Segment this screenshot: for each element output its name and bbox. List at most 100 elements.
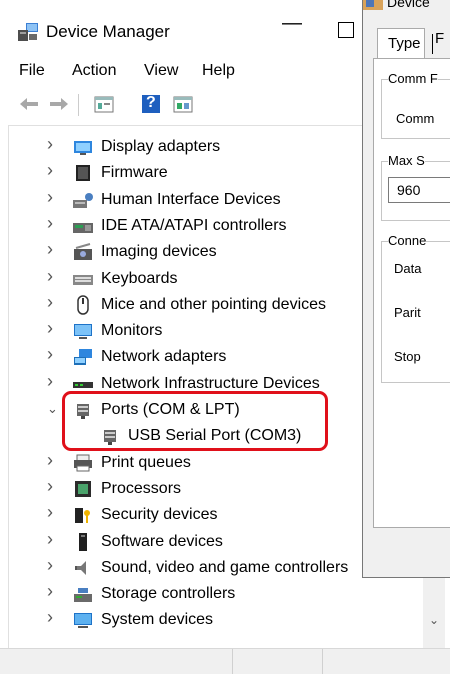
- dialog-title: Device: [387, 0, 430, 10]
- forward-arrow-icon[interactable]: [48, 94, 70, 114]
- tree-item-label: Mice and other pointing devices: [101, 295, 327, 313]
- stop-bits-label: Stop: [394, 349, 421, 364]
- software-device-icon: [79, 532, 87, 551]
- ide-controller-icon: [73, 222, 93, 233]
- scroll-down-arrow-icon[interactable]: ⌄: [429, 613, 439, 627]
- tree-item-label: Print queues: [101, 453, 191, 471]
- back-arrow-icon[interactable]: [18, 94, 40, 114]
- tree-category[interactable]: › Processors: [9, 476, 369, 502]
- tree-item-label: Keyboards: [101, 269, 178, 287]
- tree-category[interactable]: › Mice and other pointing devices: [9, 292, 369, 318]
- tree-category[interactable]: › Software devices: [9, 529, 369, 555]
- keyboard-icon: [73, 274, 93, 285]
- tree-category[interactable]: › Imaging devices: [9, 239, 369, 265]
- toolbar-separator: [78, 94, 79, 116]
- menu-action[interactable]: Action: [72, 62, 116, 80]
- help-glyph: ?: [146, 94, 156, 111]
- chevron-right-icon[interactable]: ›: [47, 555, 53, 576]
- tree-item-label: Network adapters: [101, 348, 227, 366]
- tree-item-label: Imaging devices: [101, 243, 217, 261]
- tree-item-label: IDE ATA/ATAPI controllers: [101, 216, 287, 234]
- comm-group: [381, 79, 450, 139]
- tab-panel: Comm F Comm Max S Conne Data Parit Stop: [373, 58, 450, 528]
- connection-group-label: Conne: [388, 233, 427, 248]
- tree-item-label: Human Interface Devices: [101, 190, 281, 208]
- minimize-button[interactable]: —: [272, 12, 312, 46]
- window-title: Device Manager: [46, 22, 170, 41]
- network-adapter-icon: [74, 349, 92, 366]
- tab-divider: [432, 34, 433, 54]
- chevron-right-icon[interactable]: ›: [47, 450, 53, 471]
- display-adapter-icon: [74, 141, 92, 155]
- tree-category[interactable]: › Sound, video and game controllers: [9, 555, 369, 581]
- chevron-right-icon[interactable]: ›: [47, 160, 53, 181]
- tree-category[interactable]: › Display adapters: [9, 134, 369, 160]
- status-divider: [322, 649, 323, 674]
- chevron-right-icon[interactable]: ›: [47, 266, 53, 287]
- tree-item-label: Sound, video and game controllers: [101, 558, 349, 576]
- chevron-right-icon[interactable]: ›: [47, 213, 53, 234]
- tree-category[interactable]: › Storage controllers: [9, 581, 369, 607]
- tab-type-label: Type: [388, 35, 421, 52]
- chevron-right-icon[interactable]: ›: [47, 581, 53, 602]
- tree-item-label: Display adapters: [101, 138, 221, 155]
- tree-category[interactable]: › Keyboards: [9, 266, 369, 292]
- processor-icon: [75, 480, 91, 497]
- system-device-icon: [74, 613, 92, 629]
- camera-icon: [74, 243, 92, 261]
- menu-view[interactable]: View: [144, 62, 178, 80]
- chevron-right-icon[interactable]: ›: [47, 292, 53, 313]
- storage-icon: [74, 588, 92, 603]
- menu-help[interactable]: Help: [202, 62, 235, 80]
- data-bits-label: Data: [394, 261, 422, 276]
- tree-category[interactable]: › Monitors: [9, 318, 369, 344]
- comm-label: Comm: [396, 111, 435, 126]
- tree-category[interactable]: › System devices: [9, 607, 369, 633]
- chevron-right-icon[interactable]: ›: [47, 187, 53, 208]
- tree-item-label: Processors: [101, 479, 182, 497]
- hid-icon: [73, 192, 93, 208]
- chevron-right-icon[interactable]: ›: [47, 529, 53, 550]
- chevron-right-icon[interactable]: ›: [47, 239, 53, 260]
- tree-category[interactable]: › Firmware: [9, 160, 369, 186]
- chevron-right-icon[interactable]: ›: [47, 502, 53, 523]
- device-tree: › Display adapters › Firmware › Human Interfa…: [8, 125, 369, 649]
- chevron-right-icon[interactable]: ›: [47, 344, 53, 365]
- monitor-icon: [74, 324, 92, 340]
- baud-rate-value: 960: [397, 182, 421, 198]
- tab-type[interactable]: Type: [377, 28, 433, 59]
- chevron-right-icon[interactable]: ›: [47, 371, 53, 392]
- tree-category[interactable]: › Network adapters: [9, 344, 369, 370]
- maximize-button[interactable]: [338, 22, 354, 38]
- tree-category[interactable]: › Security devices: [9, 502, 369, 528]
- chevron-right-icon[interactable]: ›: [47, 318, 53, 339]
- firmware-icon: [76, 165, 90, 182]
- chevron-right-icon[interactable]: ›: [47, 476, 53, 497]
- tree-category[interactable]: › Human Interface Devices: [9, 187, 369, 213]
- comm-group-label: Comm F: [388, 71, 438, 86]
- max-speed-label: Max S: [388, 153, 425, 168]
- tree-category[interactable]: › Print queues: [9, 450, 369, 476]
- tree-category[interactable]: › IDE ATA/ATAPI controllers: [9, 213, 369, 239]
- device-manager-icon: [18, 23, 38, 41]
- security-icon: [75, 508, 90, 524]
- highlight-box: [62, 391, 328, 451]
- speaker-icon: [75, 560, 86, 575]
- tree-item-label: Storage controllers: [101, 585, 236, 603]
- tree-item-label: Software devices: [101, 532, 223, 550]
- chevron-right-icon[interactable]: ›: [47, 134, 53, 155]
- menu-file[interactable]: File: [19, 62, 45, 80]
- tree-item-label: Security devices: [101, 506, 218, 524]
- chevron-down-icon[interactable]: ⌄: [47, 401, 58, 417]
- tree-item-label: System devices: [101, 611, 214, 629]
- menu-bar: File Action View Help: [0, 58, 360, 86]
- chevron-right-icon[interactable]: ›: [47, 607, 53, 628]
- baud-rate-field[interactable]: 960: [388, 177, 450, 203]
- tab-second[interactable]: F: [435, 30, 444, 47]
- tree-item-label: Network Infrastructure Devices: [101, 374, 320, 392]
- vertical-scrollbar[interactable]: ⌄: [423, 575, 445, 648]
- printer-icon: [74, 454, 92, 472]
- properties-icon[interactable]: [93, 94, 115, 114]
- port-properties-dialog: Device Type F Comm F Comm Max S Conne Da…: [362, 0, 450, 578]
- view-icon[interactable]: [172, 94, 194, 114]
